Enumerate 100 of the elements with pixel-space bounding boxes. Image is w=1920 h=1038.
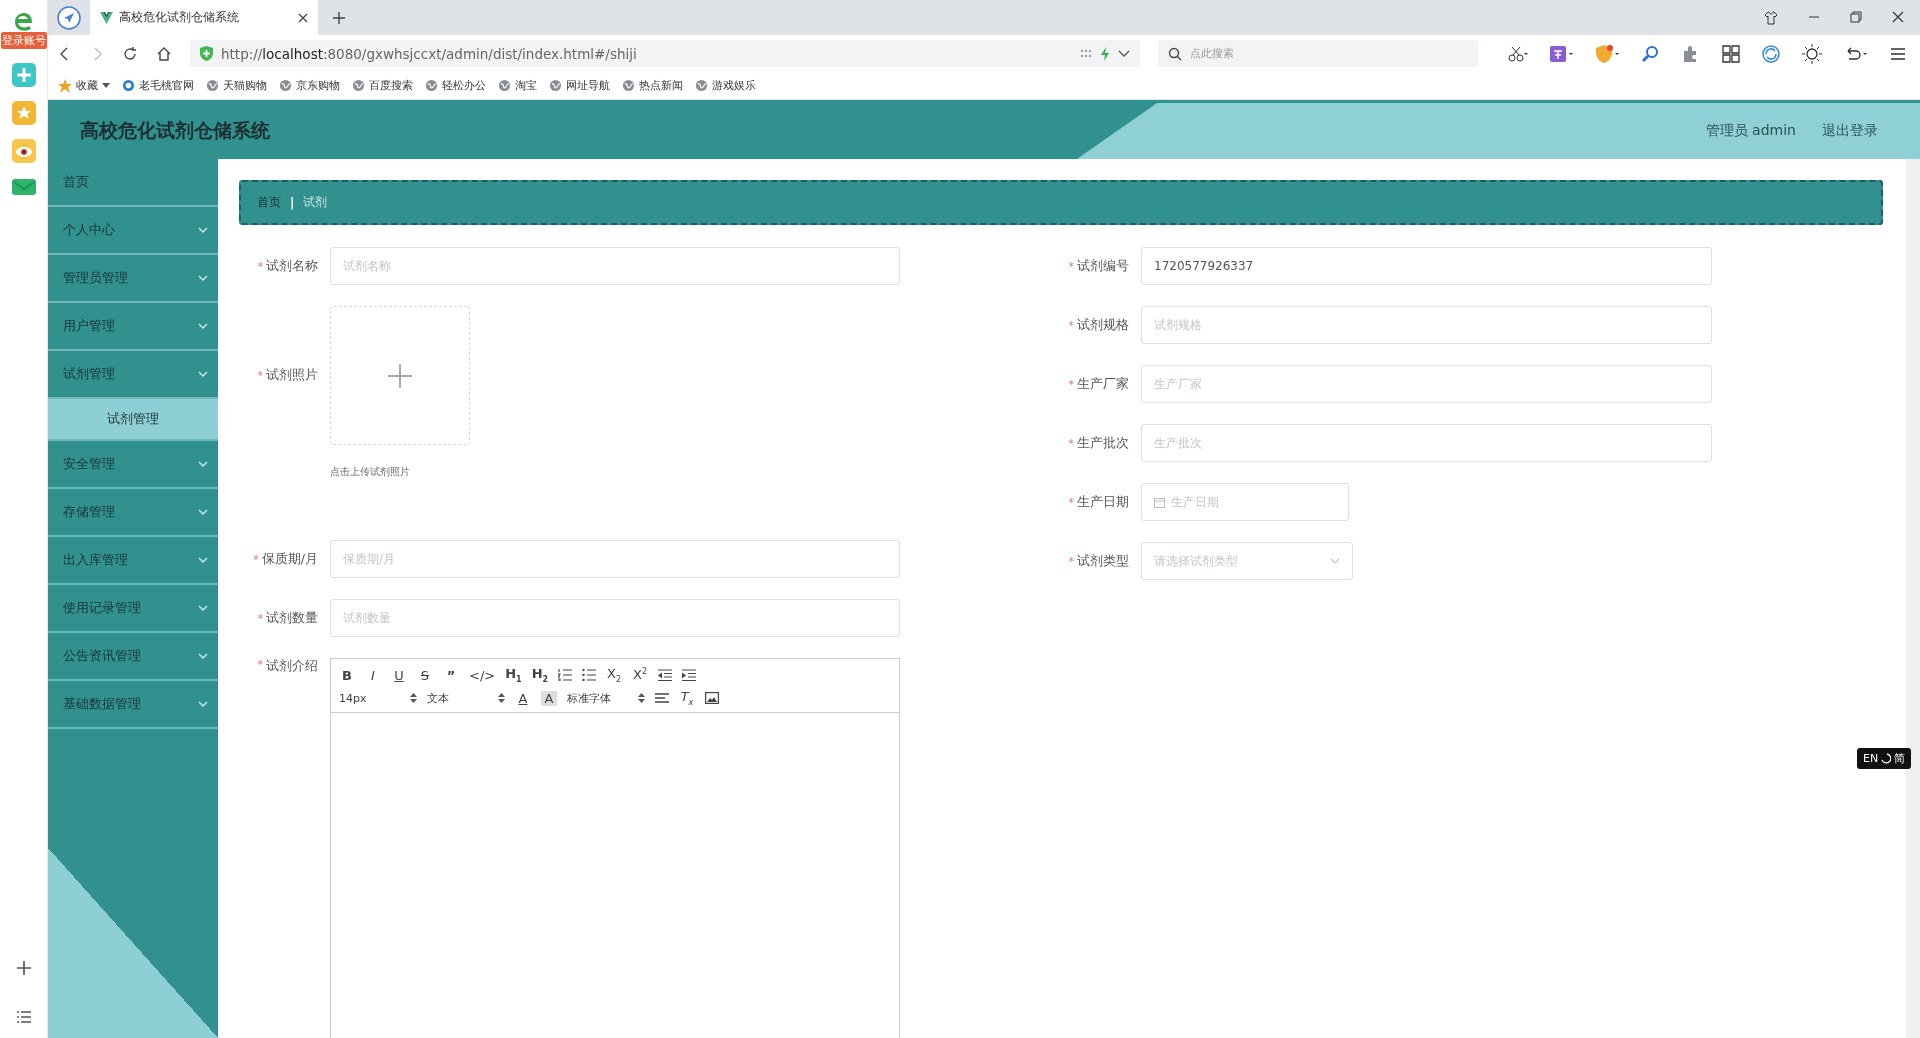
shirt-icon[interactable]: [1764, 10, 1778, 25]
required-mark: *: [1068, 377, 1074, 391]
required-mark: *: [257, 259, 263, 273]
compass-icon[interactable]: [56, 4, 82, 31]
globe-icon: [279, 79, 292, 92]
grid-icon[interactable]: [1722, 44, 1740, 63]
up-down-icon: [638, 693, 645, 703]
bookmark-link[interactable]: 网址导航: [549, 78, 610, 93]
favorites-button[interactable]: 收藏: [58, 78, 110, 93]
chevron-down-icon: [198, 701, 208, 707]
reload-icon[interactable]: [122, 45, 138, 62]
plus-icon: [388, 363, 412, 388]
bookmark-link[interactable]: 热点新闻: [622, 78, 683, 93]
toolbar-select[interactable]: 14px: [339, 691, 417, 705]
field-label: 生产批次: [1077, 434, 1129, 452]
sync-icon[interactable]: [1762, 44, 1780, 63]
ime-mode: 简: [1894, 751, 1906, 766]
address-bar[interactable]: http://localhost:8080/gxwhsjccxt/admin/dist/index.html#/shiji: [190, 40, 1140, 67]
chevron-down-icon: [198, 323, 208, 329]
restore-icon[interactable]: [1850, 10, 1862, 23]
format-button[interactable]: A: [515, 690, 531, 706]
input-field[interactable]: 1720577926337: [1141, 247, 1712, 285]
format-button[interactable]: H$_{1}$: [505, 666, 522, 684]
moon-icon: [1881, 753, 1892, 764]
format-button[interactable]: S: [417, 667, 433, 683]
bullet-list-icon[interactable]: [582, 669, 597, 681]
home-icon[interactable]: [156, 45, 172, 62]
url-text: http://localhost:8080/gxwhsjccxt/admin/dist/index.html#/shiji: [221, 45, 637, 62]
chevron-down-icon: [198, 509, 208, 515]
format-button[interactable]: U: [391, 667, 407, 683]
bookmark-link[interactable]: 京东购物: [279, 78, 340, 93]
menu-icon[interactable]: [1890, 46, 1906, 61]
close-icon[interactable]: [298, 12, 308, 23]
field-label: 生产日期: [1077, 493, 1129, 511]
browser-tab[interactable]: 高校危化试剂仓储系统: [90, 0, 318, 35]
breadcrumb-link[interactable]: 首页: [257, 194, 281, 211]
bookmark-link[interactable]: 百度搜索: [352, 78, 413, 93]
bookmark-link[interactable]: 天猫购物: [206, 78, 267, 93]
list-icon[interactable]: [15, 1010, 32, 1024]
calendar-icon: [1154, 496, 1165, 508]
numbered-list-icon[interactable]: [558, 669, 573, 681]
globe-icon: [122, 79, 135, 92]
search-icon: [1168, 46, 1182, 61]
align-left-icon[interactable]: [655, 692, 669, 704]
chevron-down-icon: [198, 461, 208, 467]
format-button[interactable]: T$_{x}$: [679, 689, 695, 707]
submenu-item[interactable]: 试剂管理: [48, 399, 218, 441]
globe-icon: [425, 79, 438, 92]
globe-icon: [549, 79, 562, 92]
format-button[interactable]: A: [541, 690, 557, 706]
tab-title: 高校危化试剂仓储系统: [119, 9, 240, 26]
format-button[interactable]: X$^{2}$: [632, 667, 649, 683]
new-tab-icon[interactable]: [332, 10, 346, 25]
lightning-icon[interactable]: [1100, 46, 1110, 61]
translate-icon[interactable]: [1550, 45, 1574, 62]
ime-indicator[interactable]: EN 简: [1857, 748, 1912, 769]
app-title: 高校危化试剂仓储系统: [80, 118, 270, 143]
field-label: 试剂规格: [1077, 316, 1129, 334]
mail-icon[interactable]: [11, 177, 36, 197]
globe-icon: [622, 79, 635, 92]
globe-icon: [206, 79, 219, 92]
field-label: 试剂数量: [266, 609, 318, 627]
dropdown-icon[interactable]: [1118, 49, 1130, 58]
scissors-icon[interactable]: [1508, 45, 1528, 62]
chevron-down-icon: [1330, 558, 1340, 564]
format-button[interactable]: I: [365, 667, 381, 683]
required-mark: *: [257, 658, 263, 671]
format-button[interactable]: </>: [469, 667, 496, 683]
close-icon[interactable]: [1892, 10, 1904, 23]
toolbar-select[interactable]: 文本: [427, 690, 505, 706]
field-label: 试剂编号: [1077, 257, 1129, 275]
toolbar-select[interactable]: 标准字体: [567, 690, 645, 706]
chevron-down-icon: [198, 227, 208, 233]
bookmark-link[interactable]: 游戏娱乐: [695, 78, 756, 93]
rich-text-editor[interactable]: B I U S ” </> H$_{1}$ H$_{2}$ X$_{2}$ X$^{2}$ 14px 文本 A A 标准字体 T$_{x}$: [330, 658, 900, 1038]
up-down-icon: [410, 693, 417, 703]
field-label: 试剂名称: [266, 257, 318, 275]
shield-badge-icon[interactable]: [1596, 44, 1620, 63]
search-icon[interactable]: [1642, 44, 1660, 63]
indent-icon[interactable]: [682, 669, 697, 681]
chevron-down-icon: [198, 557, 208, 563]
chevron-down-icon: [198, 371, 208, 377]
bookmark-link[interactable]: 老毛桃官网: [122, 78, 194, 93]
brightness-icon[interactable]: [1802, 43, 1822, 64]
bookmark-link[interactable]: 淘宝: [498, 78, 537, 93]
format-button[interactable]: H$_{2}$: [531, 666, 549, 684]
up-down-icon: [498, 693, 505, 703]
user-name: 管理员 admin: [1705, 122, 1796, 140]
bookmark-link[interactable]: 轻松办公: [425, 78, 486, 93]
logout-link[interactable]: 退出登录: [1822, 122, 1878, 140]
format-button[interactable]: B: [339, 667, 355, 683]
format-button[interactable]: ”: [443, 667, 459, 683]
required-mark: *: [1068, 318, 1074, 332]
eye-icon[interactable]: [11, 139, 36, 163]
add-icon[interactable]: [15, 960, 32, 976]
required-mark: *: [1068, 259, 1074, 273]
format-button[interactable]: X$_{2}$: [606, 666, 623, 684]
required-mark: *: [257, 369, 263, 382]
image-icon[interactable]: [705, 692, 719, 704]
outdent-icon[interactable]: [658, 669, 673, 681]
